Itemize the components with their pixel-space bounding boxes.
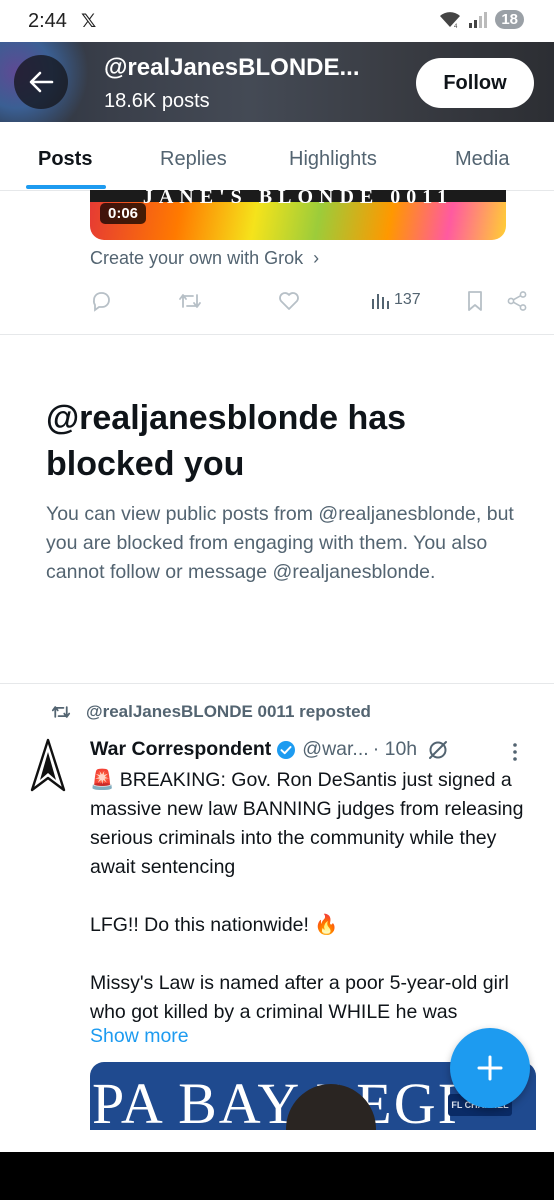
- video-duration-badge: 0:06: [100, 203, 147, 224]
- like-button[interactable]: [278, 290, 300, 312]
- grok-link-label: Create your own with Grok: [90, 248, 304, 268]
- verified-badge-icon: [277, 740, 296, 759]
- tweet-text: 🚨 BREAKING: Gov. Ron DeSantis just signe…: [90, 769, 524, 1023]
- status-bar: 2:44 𝕏 4 18: [0, 0, 554, 42]
- wifi-icon: 4: [440, 11, 461, 29]
- author-avatar[interactable]: [28, 738, 68, 794]
- system-navigation-bar: [0, 1152, 554, 1200]
- profile-header: @realJanesBLONDE... 18.6K posts Follow: [0, 42, 554, 122]
- arrow-left-icon: [29, 71, 54, 93]
- banner-text: JANE'S BLONDE 0011: [142, 190, 454, 208]
- x-app-icon: 𝕏: [80, 10, 97, 32]
- chevron-right-icon: ›: [308, 248, 320, 268]
- profile-posts-count: 18.6K posts: [104, 90, 210, 112]
- tab-replies[interactable]: Replies: [160, 148, 227, 171]
- bookmark-icon: [468, 291, 482, 311]
- repost-label: @realJanesBLONDE 0011 reposted: [86, 702, 371, 721]
- reply-icon: [92, 292, 110, 312]
- post-actions: 137: [90, 290, 530, 318]
- grok-icon[interactable]: [427, 739, 449, 761]
- blocked-title: @realjanesblonde has blocked you: [46, 399, 407, 483]
- tab-posts[interactable]: Posts: [38, 148, 92, 171]
- share-icon: [507, 291, 527, 311]
- svg-text:4: 4: [454, 24, 458, 29]
- section-divider: [0, 683, 554, 684]
- blocked-description: You can view public posts from @realjane…: [46, 503, 514, 583]
- repost-icon: [51, 706, 71, 718]
- plus-icon: [477, 1055, 503, 1081]
- author-handle[interactable]: @war...: [302, 738, 368, 761]
- battery-indicator: 18: [495, 10, 524, 29]
- profile-display-name: @realJanesBLONDE...: [104, 54, 360, 81]
- heart-icon: [279, 292, 299, 310]
- share-button[interactable]: [506, 290, 528, 312]
- active-tab-indicator: [26, 185, 106, 189]
- analytics-icon: [372, 294, 389, 309]
- views-count: 137: [394, 291, 421, 308]
- profile-tabs: Posts Replies Highlights Media: [0, 122, 554, 191]
- tweet-image-text: PA BAY REGI: [92, 1071, 459, 1130]
- post-divider: [0, 334, 554, 335]
- tab-media[interactable]: Media: [455, 148, 509, 171]
- status-time: 2:44: [28, 9, 67, 32]
- grok-link[interactable]: Create your own with Grok ›: [90, 248, 319, 269]
- video-thumbnail[interactable]: JANE'S BLONDE 0011 0:06: [90, 190, 506, 240]
- signal-icon: [469, 11, 488, 28]
- back-button[interactable]: [14, 55, 68, 109]
- tweet-time[interactable]: · 10h: [373, 738, 417, 761]
- show-more-link[interactable]: Show more: [90, 1025, 189, 1048]
- tweet-author-row: War Correspondent @war... · 10h: [90, 738, 449, 761]
- more-vertical-icon: [513, 743, 517, 761]
- repost-button[interactable]: [178, 290, 202, 312]
- compose-post-button[interactable]: [450, 1028, 530, 1108]
- status-right: 4 18: [439, 10, 524, 29]
- views-button[interactable]: 137: [370, 290, 421, 310]
- author-name[interactable]: War Correspondent: [90, 738, 271, 761]
- follow-button[interactable]: Follow: [416, 58, 534, 108]
- repost-icon: [179, 294, 201, 308]
- reply-button[interactable]: [90, 290, 112, 312]
- more-options-button[interactable]: [512, 742, 518, 767]
- bookmark-button[interactable]: [466, 290, 484, 312]
- repost-context[interactable]: @realJanesBLONDE 0011 reposted: [50, 702, 371, 722]
- tab-highlights[interactable]: Highlights: [289, 148, 377, 171]
